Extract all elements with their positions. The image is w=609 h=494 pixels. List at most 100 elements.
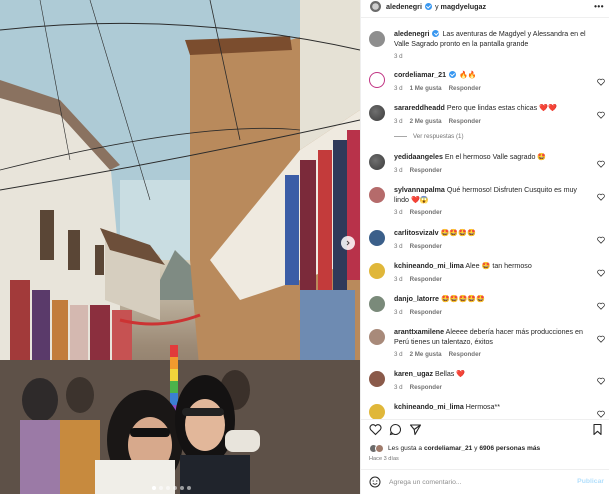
heart-icon[interactable] (597, 78, 605, 86)
caption-avatar[interactable] (369, 31, 385, 47)
comment-likes[interactable]: 2 Me gusta (410, 351, 442, 358)
reply-button[interactable]: Responder (449, 351, 481, 358)
add-comment-bar: Publicar (369, 475, 604, 489)
reply-button[interactable]: Responder (410, 309, 442, 316)
comment-username[interactable]: sarareddheadd (394, 104, 445, 112)
comment-avatar[interactable] (369, 329, 385, 345)
reply-button[interactable]: Responder (410, 167, 442, 174)
comment-avatar[interactable] (369, 72, 385, 88)
ellipsis-icon[interactable]: ••• (594, 2, 604, 11)
carousel-dot (187, 486, 191, 490)
comment-username[interactable]: cordeliamar_21 (394, 71, 446, 79)
comment-time: 3 d (394, 308, 403, 316)
likes-user[interactable]: cordeliamar_21 (424, 445, 472, 452)
comment-text: 🤩🤩🤩🤩 (440, 229, 476, 237)
comment-username[interactable]: carlitosvizalv (394, 229, 439, 237)
post-date: Hace 3 días (369, 456, 399, 462)
comment-text: 🔥🔥 (459, 71, 477, 79)
carousel-next-button[interactable] (341, 236, 355, 250)
likes-prefix: Les gusta a (388, 445, 423, 452)
comment-likes[interactable]: 1 Me gusta (410, 85, 442, 92)
add-comment-input[interactable] (389, 478, 559, 486)
comment-avatar[interactable] (369, 105, 385, 121)
author-joiner: y (434, 2, 439, 11)
reply-button[interactable]: Responder (410, 276, 442, 283)
coauthor-username[interactable]: magdyelugaz (441, 2, 487, 11)
heart-icon[interactable] (597, 236, 605, 244)
verified-badge-icon (424, 3, 432, 10)
heart-icon[interactable] (597, 410, 605, 418)
emoji-icon[interactable] (369, 476, 381, 488)
comment-username[interactable]: kchineando_mi_lima (394, 403, 464, 411)
comment-avatar[interactable] (369, 154, 385, 170)
bookmark-icon[interactable] (591, 423, 604, 436)
comment-avatar[interactable] (369, 404, 385, 420)
carousel-dot (166, 486, 170, 490)
comment-avatar[interactable] (369, 296, 385, 312)
comment-username[interactable]: kchineando_mi_lima (394, 262, 464, 270)
heart-icon[interactable] (597, 193, 605, 201)
heart-icon[interactable] (597, 160, 605, 168)
comment-time: 3 d (394, 117, 403, 125)
post-photo[interactable] (0, 0, 360, 494)
comment-likes[interactable]: 2 Me gusta (410, 118, 442, 125)
caption-username[interactable]: aledenegri (394, 30, 429, 38)
verified-badge-icon (449, 71, 457, 78)
comment-username[interactable]: sylvannapalma (394, 186, 445, 194)
likes-summary[interactable]: Les gusta a cordeliamar_21 y 6906 person… (369, 444, 604, 453)
carousel-dot (159, 486, 163, 490)
heart-icon[interactable] (597, 335, 605, 343)
post-actions (369, 423, 604, 437)
post-side-panel: aledenegri y magdyelugaz ••• aledenegri … (360, 0, 609, 494)
divider (361, 419, 609, 420)
comment-username[interactable]: danjo_latorre (394, 295, 439, 303)
publish-button[interactable]: Publicar (577, 478, 604, 485)
author-username[interactable]: aledenegri (386, 2, 422, 11)
reply-button[interactable]: Responder (449, 118, 481, 125)
chevron-right-icon (346, 240, 350, 246)
view-replies-button[interactable]: Ver respuestas (1) (394, 133, 464, 140)
heart-icon[interactable] (597, 302, 605, 310)
street-scene-image (0, 0, 360, 494)
comment-time: 3 d (394, 242, 403, 250)
comment-text: Alee 🤩 tan hermoso (465, 262, 532, 270)
heart-icon[interactable] (597, 269, 605, 277)
carousel-dot (173, 486, 177, 490)
author-avatar[interactable] (370, 1, 381, 12)
share-send-icon[interactable] (409, 423, 422, 436)
comment-avatar[interactable] (369, 187, 385, 203)
comment-time: 3 d (394, 84, 403, 92)
comment-avatar[interactable] (369, 371, 385, 387)
reply-button[interactable]: Responder (410, 209, 442, 216)
likes-count[interactable]: 6906 personas más (479, 445, 540, 452)
verified-badge-icon (432, 30, 440, 37)
comment-text: Hermosa** (465, 403, 501, 411)
heart-icon[interactable] (597, 111, 605, 119)
carousel-dot (180, 486, 184, 490)
comment-time: 3 d (394, 209, 403, 217)
caption-time: 3 d (394, 53, 403, 61)
reply-button[interactable]: Responder (410, 384, 442, 391)
liker-avatar (375, 444, 384, 453)
comment-username[interactable]: aranttxamilene (394, 328, 444, 336)
post-authors: aledenegri y magdyelugaz (386, 2, 486, 11)
comment-avatar[interactable] (369, 263, 385, 279)
divider (361, 17, 609, 18)
comment-icon[interactable] (389, 423, 402, 436)
comment-time: 3 d (394, 351, 403, 359)
liker-avatars (369, 444, 384, 453)
comment-text: Pero que lindas estas chicas ❤️❤️ (446, 104, 557, 112)
comments-list[interactable]: aledenegri Las aventuras de Magdyel y Al… (361, 22, 609, 420)
comment-username[interactable]: yedidaangeles (394, 153, 443, 161)
comment-username[interactable]: karen_ugaz (394, 370, 433, 378)
reply-button[interactable]: Responder (449, 85, 481, 92)
comment-text: Bellas ❤️ (435, 370, 466, 378)
comment-text: 🤩🤩🤩🤩🤩 (440, 295, 486, 303)
heart-icon[interactable] (597, 377, 605, 385)
reply-button[interactable]: Responder (410, 243, 442, 250)
post-header: aledenegri y magdyelugaz ••• (361, 0, 609, 13)
carousel-indicator (152, 486, 191, 490)
like-heart-icon[interactable] (369, 423, 382, 436)
comment-text: En el hermoso Valle sagrado 🤩 (444, 153, 547, 161)
comment-avatar[interactable] (369, 230, 385, 246)
